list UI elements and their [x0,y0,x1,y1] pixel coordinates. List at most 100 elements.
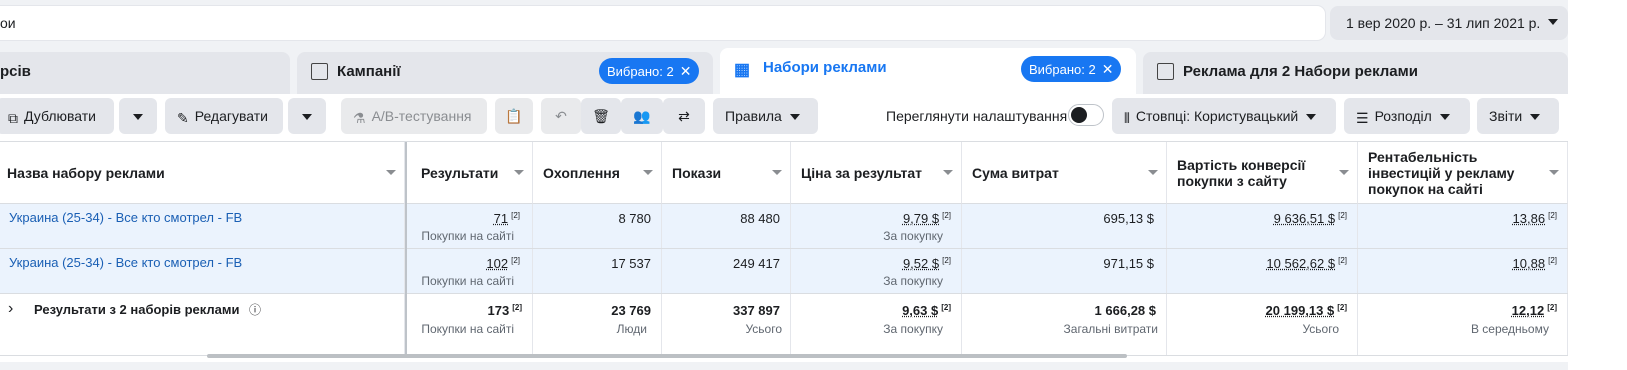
tab-accounts-label: рсів [0,63,31,80]
horizontal-scrollbar[interactable] [207,354,1127,358]
column-header-name[interactable]: Назва набору реклами [0,142,405,204]
column-header-conversion-value[interactable]: Вартість конверсії покупки з сайту [1167,142,1358,204]
total-impressions-sub: Усього [745,322,782,336]
chevron-down-icon [1306,114,1317,121]
results-sub: Покупки на сайті [421,274,514,288]
roas-value: 10,88 [2] [1512,256,1557,271]
breakdown-icon: ☰ [1356,110,1369,126]
reports-button[interactable]: Звіти [1477,98,1559,134]
table-row[interactable]: Украина (25-34) - Все кто смотрел - FB 1… [0,249,1568,294]
chevron-down-icon [1439,114,1450,121]
total-impressions: 337 897 [733,303,780,318]
total-row: › Результати з 2 наборів реклами ⓘ 173 [2… [0,294,1568,356]
toolbar: ⧉ Дублювати ✎ Редагувати ⚗ A/B-тестування 📋… [0,94,1568,142]
total-results: 173 [2] [487,303,522,318]
export-icon: ⇄ [678,108,690,124]
roas-value: 13,86 [2] [1512,211,1557,226]
expand-icon[interactable]: › [8,300,13,318]
rules-button[interactable]: Правила [713,98,818,134]
column-header-results[interactable]: Результати [407,142,533,204]
grid-icon: ▦ [734,60,751,79]
chevron-down-icon [789,114,800,121]
columns-label: Стовпці: Користувацький [1135,108,1299,124]
total-amount-spent-sub: Загальні витрати [1063,322,1158,336]
tab-ads[interactable]: Реклама для 2 Набори реклами [1143,52,1568,94]
campaign-icon [311,63,328,80]
total-amount-spent: 1 666,28 $ [1094,303,1156,318]
sort-icon[interactable] [386,170,396,175]
selected-chip[interactable]: Вибрано: 2 ✕ [1021,56,1122,82]
conversion-value: 9 636,51 $ [2] [1273,211,1347,226]
cost-per-result-sub: За покупку [883,274,943,288]
people-icon: 👥 [633,108,651,124]
total-label: Результати з 2 наборів реклами [34,302,240,317]
close-icon[interactable]: ✕ [680,63,692,80]
ad-icon [1157,63,1174,80]
sort-icon[interactable] [514,170,524,175]
conversion-value: 10 562,62 $ [2] [1266,256,1347,271]
duplicate-dropdown-button[interactable] [119,98,157,134]
reach-value: 17 537 [611,256,651,271]
clipboard-button[interactable]: 📋 [495,98,533,134]
sort-icon[interactable] [1148,170,1158,175]
tab-ads-label: Реклама для 2 Набори реклами [1183,63,1418,80]
copy-icon: ⧉ [8,110,18,126]
search-input[interactable]: ои [0,6,1325,40]
sort-icon[interactable] [1339,170,1349,175]
sort-icon[interactable] [772,170,782,175]
sort-icon[interactable] [943,170,953,175]
ad-set-name-link[interactable]: Украина (25-34) - Все кто смотрел - FB [9,255,242,270]
ab-test-button[interactable]: ⚗ A/B-тестування [341,98,487,134]
cost-per-result-value: 9,79 $ [2] [902,211,951,226]
undo-button[interactable]: ↶ [541,98,581,134]
preview-settings-toggle[interactable] [1068,104,1104,126]
chevron-down-icon [1530,114,1541,121]
delete-button[interactable]: 🗑 [581,98,621,134]
total-cost-per-result: 9,63 $ [2] [902,303,951,318]
selected-chip-label: Вибрано: 2 [607,64,674,79]
column-header-roas[interactable]: Рентабельність інвестицій у рекламу поку… [1358,142,1568,204]
total-conversion-value: 20 199,13 $ [2] [1265,303,1347,318]
reach-value: 8 780 [618,211,651,226]
total-roas: 12,12 [2] [1511,303,1557,318]
tab-campaigns[interactable]: Кампанії Вибрано: 2 ✕ [297,52,713,94]
columns-icon: ⫴ [1124,110,1130,126]
chevron-down-icon [133,114,143,120]
sort-icon[interactable] [1549,170,1559,175]
toggle-knob [1071,107,1087,123]
column-header-cost-per-result[interactable]: Ціна за результат [791,142,962,204]
date-range-picker[interactable]: 1 вер 2020 р. – 31 лип 2021 р. [1330,6,1568,40]
tab-accounts[interactable]: рсів [0,52,290,94]
sort-icon[interactable] [643,170,653,175]
export-button[interactable]: ⇄ [663,98,705,134]
edit-dropdown-button[interactable] [288,98,326,134]
audience-button[interactable]: 👥 [621,98,663,134]
results-value: 71 [2] [493,211,520,226]
duplicate-button[interactable]: ⧉ Дублювати [0,98,114,134]
breakdown-button[interactable]: ☰ Розподіл [1344,98,1470,134]
table-row[interactable]: Украина (25-34) - Все кто смотрел - FB 7… [0,204,1568,249]
edit-label: Редагувати [194,108,268,124]
cost-per-result-value: 9,52 $ [2] [902,256,951,271]
close-icon[interactable]: ✕ [1102,61,1114,78]
impressions-value: 249 417 [733,256,780,271]
flask-icon: ⚗ [353,110,366,126]
duplicate-label: Дублювати [24,108,96,124]
amount-spent-value: 971,15 $ [1103,256,1154,271]
selected-chip-label: Вибрано: 2 [1029,62,1096,77]
column-header-reach[interactable]: Охоплення [533,142,662,204]
ad-set-name-link[interactable]: Украина (25-34) - Все кто смотрел - FB [9,210,242,225]
cost-per-result-sub: За покупку [883,229,943,243]
tab-ad-sets[interactable]: ▦ Набори реклами Вибрано: 2 ✕ [720,48,1136,94]
info-icon[interactable]: ⓘ [249,301,261,318]
ad-sets-table: Назва набору реклами Результати Охопленн… [0,142,1568,362]
column-header-amount-spent[interactable]: Сума витрат [962,142,1167,204]
search-value: ои [0,15,16,31]
selected-chip[interactable]: Вибрано: 2 ✕ [599,58,700,84]
columns-button[interactable]: ⫴ Стовпці: Користувацький [1112,98,1336,134]
total-results-sub: Покупки на сайті [421,322,514,336]
column-header-impressions[interactable]: Покази [662,142,791,204]
results-sub: Покупки на сайті [421,229,514,243]
amount-spent-value: 695,13 $ [1103,211,1154,226]
edit-button[interactable]: ✎ Редагувати [165,98,283,134]
